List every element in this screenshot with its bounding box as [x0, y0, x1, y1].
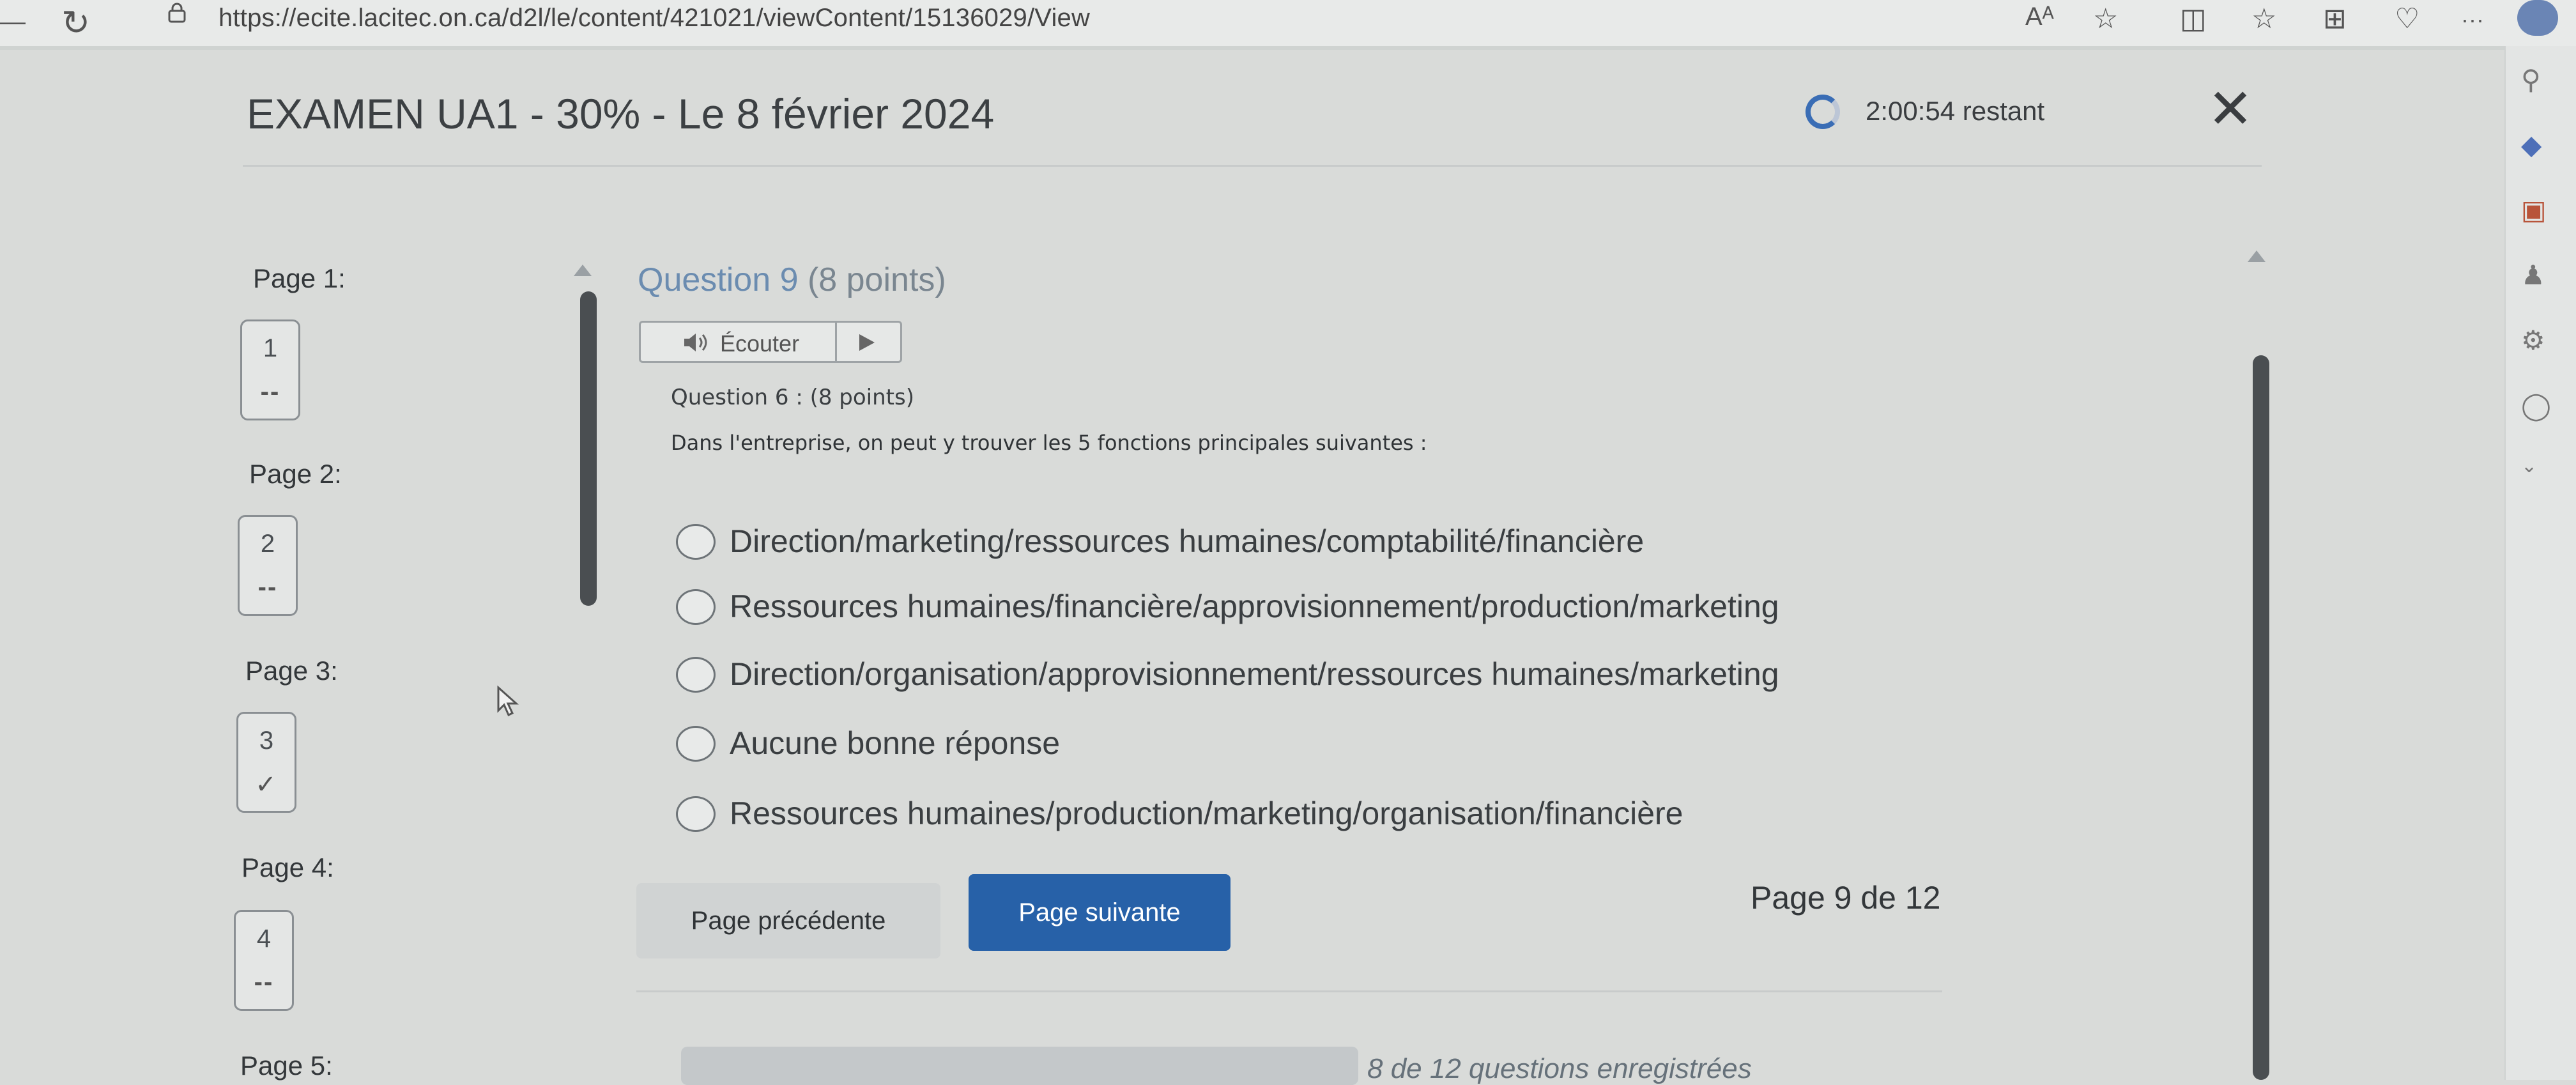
- shopping-icon[interactable]: ▣: [2521, 194, 2547, 226]
- nav-scrollbar[interactable]: [580, 291, 597, 606]
- games-icon[interactable]: ⚙: [2521, 325, 2545, 356]
- profile-avatar[interactable]: [2517, 0, 2558, 36]
- page-status: --: [260, 378, 280, 406]
- next-page-button[interactable]: Page suivante: [969, 874, 1230, 951]
- main-scroll-up-icon[interactable]: [2248, 250, 2266, 262]
- option-label: Direction/organisation/approvisionnement…: [730, 656, 1779, 692]
- page-number: 3: [259, 727, 274, 755]
- mouse-cursor-icon: [497, 685, 519, 717]
- page-number: 4: [256, 925, 272, 953]
- radio-button[interactable]: [676, 796, 716, 832]
- option-label: Direction/marketing/ressources humaines/…: [730, 523, 1644, 559]
- footer-divider: [636, 990, 1942, 992]
- search-icon[interactable]: ⚲: [2521, 64, 2541, 95]
- page-label-4: Page 4:: [241, 852, 334, 882]
- address-bar-url[interactable]: https://ecite.lacitec.on.ca/d2l/le/conte…: [218, 4, 1090, 33]
- radio-button[interactable]: [676, 726, 716, 762]
- header-divider: [243, 165, 2262, 167]
- time-remaining: 2:00:54 restant: [1866, 96, 2045, 126]
- question-subheading: Question 6 : (8 points): [671, 385, 914, 410]
- radio-button[interactable]: [676, 657, 716, 693]
- page-label-5: Page 5:: [240, 1050, 333, 1081]
- saved-questions-status: 8 de 12 questions enregistrées: [1367, 1053, 1752, 1084]
- page-indicator: Page 9 de 12: [1751, 880, 1941, 916]
- nav-scroll-up-icon[interactable]: [574, 265, 592, 276]
- close-quiz-button[interactable]: ✕: [2202, 81, 2259, 138]
- page-label-2: Page 2:: [249, 459, 342, 489]
- page-button-3[interactable]: 3 ✓: [236, 712, 296, 813]
- favorites-list-icon[interactable]: ☆: [2251, 3, 2276, 35]
- main-scrollbar[interactable]: [2253, 355, 2269, 1080]
- listen-divider: [835, 323, 837, 361]
- quiz-title: EXAMEN UA1 - 30% - Le 8 février 2024: [247, 90, 995, 137]
- option-label: Aucune bonne réponse: [730, 725, 1061, 761]
- save-button-partial[interactable]: [681, 1047, 1358, 1085]
- question-points: (8 points): [807, 261, 946, 298]
- speaker-icon: [684, 334, 707, 351]
- favorite-star-icon[interactable]: ☆: [2093, 3, 2118, 35]
- page-number: 1: [263, 334, 278, 362]
- split-screen-icon[interactable]: ◫: [2180, 3, 2207, 35]
- office-icon[interactable]: ◯: [2521, 390, 2551, 421]
- play-icon[interactable]: [859, 334, 875, 351]
- more-icon[interactable]: ···: [2461, 6, 2484, 33]
- browser-sidebar: ⚲ ◆ ▣ ♟ ⚙ ◯ ⌄: [2504, 46, 2576, 1080]
- radio-button[interactable]: [676, 589, 716, 625]
- page-button-2[interactable]: 2 --: [238, 515, 298, 616]
- option-label: Ressources humaines/production/marketing…: [730, 796, 1683, 831]
- browser-toolbar: — ↻ https://ecite.lacitec.on.ca/d2l/le/c…: [0, 0, 2576, 50]
- chevron-down-icon[interactable]: ⌄: [2521, 455, 2537, 477]
- listen-label: Écouter: [720, 330, 800, 357]
- extensions-icon[interactable]: ♡: [2395, 3, 2419, 35]
- back-icon[interactable]: —: [0, 8, 26, 36]
- question-number: Question 9: [638, 261, 799, 298]
- reload-icon[interactable]: ↻: [61, 3, 90, 43]
- radio-button[interactable]: [676, 524, 716, 560]
- page-button-1[interactable]: 1 --: [240, 319, 300, 420]
- question-stem: Dans l'entreprise, on peut y trouver les…: [671, 431, 1427, 455]
- collections-icon[interactable]: ⊞: [2323, 3, 2347, 35]
- question-heading: Question 9 (8 points): [638, 261, 946, 299]
- copilot-icon[interactable]: ◆: [2521, 129, 2542, 160]
- timer-progress-icon: [1805, 95, 1840, 129]
- page-label-3: Page 3:: [245, 656, 338, 686]
- page-label-1: Page 1:: [253, 263, 346, 293]
- page-number: 2: [260, 530, 275, 558]
- page-button-4[interactable]: 4 --: [234, 910, 294, 1011]
- option-label: Ressources humaines/financière/approvisi…: [730, 589, 1779, 624]
- page-status: --: [254, 968, 274, 996]
- previous-page-button[interactable]: Page précédente: [636, 883, 940, 958]
- lock-icon[interactable]: [167, 3, 187, 23]
- people-icon[interactable]: ♟: [2521, 259, 2545, 291]
- read-aloud-icon[interactable]: Aᴬ: [2025, 3, 2054, 31]
- answered-check-icon: ✓: [255, 771, 278, 799]
- page-status: --: [257, 573, 278, 601]
- listen-button[interactable]: Écouter: [639, 321, 902, 363]
